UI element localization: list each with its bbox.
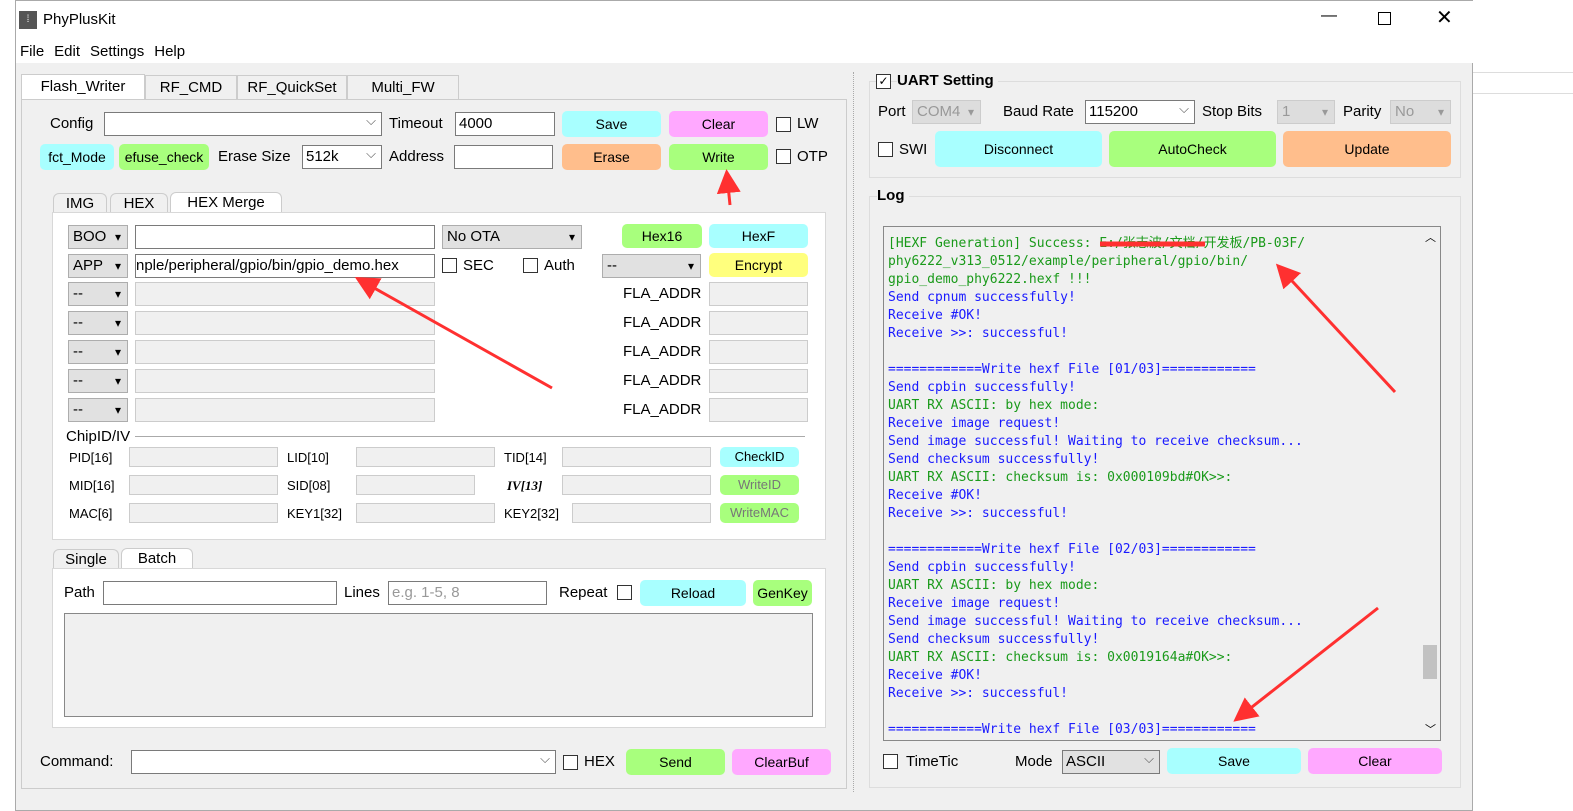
annotation-arrows <box>354 169 1397 722</box>
annotation-arrow <box>1233 606 1379 722</box>
annotation-arrow <box>354 277 553 390</box>
annotation-arrow <box>1275 263 1397 394</box>
annotation-arrow <box>716 169 741 206</box>
